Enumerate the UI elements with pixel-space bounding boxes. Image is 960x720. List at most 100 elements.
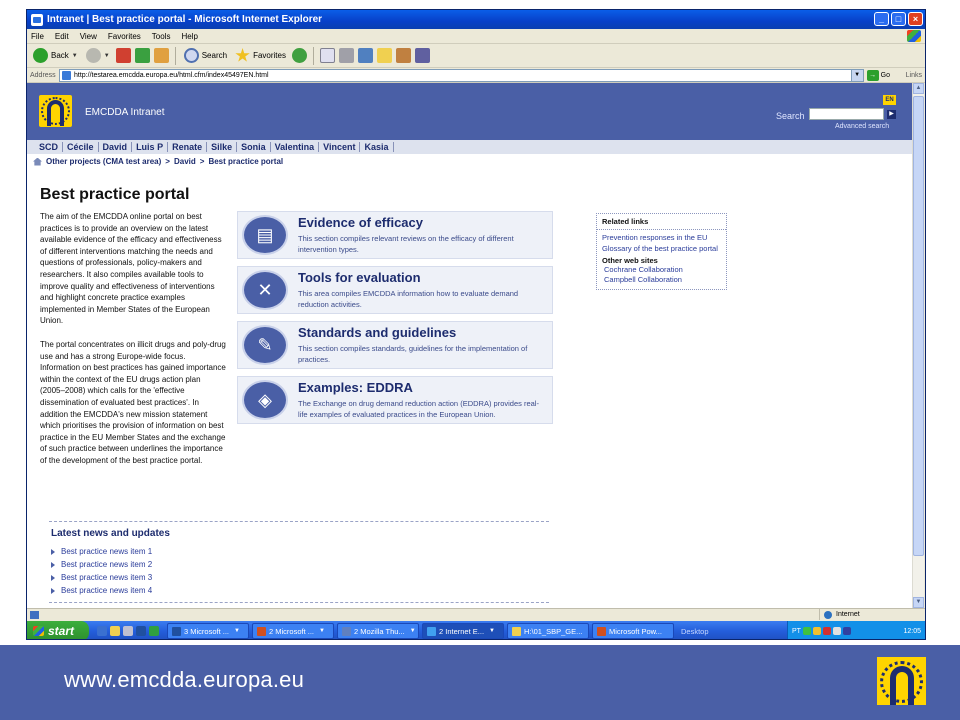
language-badge[interactable]: EN xyxy=(883,95,896,105)
go-button[interactable]: → Go xyxy=(866,69,903,81)
monitor-icon[interactable] xyxy=(842,627,851,635)
news-item[interactable]: Best practice news item 3 xyxy=(51,571,549,584)
news-item[interactable]: Best practice news item 4 xyxy=(51,584,549,597)
section-examples-eddra[interactable]: ◈ Examples: EDDRA The Exchange on drug d… xyxy=(237,376,553,424)
tab-vincent[interactable]: Vincent xyxy=(319,142,361,152)
breadcrumb: Other projects (CMA test area) > David >… xyxy=(33,157,283,166)
edit-icon[interactable] xyxy=(357,48,373,63)
security-icon[interactable] xyxy=(812,627,821,635)
section-description: This area compiles EMCDDA information ho… xyxy=(298,289,519,309)
close-button[interactable]: × xyxy=(908,12,923,26)
breadcrumb-current[interactable]: Best practice portal xyxy=(208,157,283,166)
news-item[interactable]: Best practice news item 1 xyxy=(51,545,549,558)
minimize-button[interactable]: _ xyxy=(874,12,889,26)
section-title[interactable]: Tools for evaluation xyxy=(298,270,421,285)
tab-scd[interactable]: SCD xyxy=(35,142,64,152)
section-title[interactable]: Standards and guidelines xyxy=(298,325,456,340)
ie-icon xyxy=(31,13,43,26)
print-icon[interactable] xyxy=(338,48,354,63)
antivirus-icon[interactable] xyxy=(822,627,831,635)
ie-icon[interactable] xyxy=(97,626,107,636)
tab-sonia[interactable]: Sonia xyxy=(237,142,271,152)
folder-icon[interactable] xyxy=(110,626,120,636)
breadcrumb-david[interactable]: David xyxy=(174,157,196,166)
forward-button[interactable]: ▼ xyxy=(84,46,112,66)
history-icon[interactable] xyxy=(291,48,307,63)
messenger-icon[interactable] xyxy=(832,627,841,635)
section-title[interactable]: Examples: EDDRA xyxy=(298,380,413,395)
windows-taskbar: start 3 Microsoft ... ▼ 2 Microsoft ... ▼ … xyxy=(27,621,925,639)
section-standards-and-guidelines[interactable]: ✎ Standards and guidelines This section … xyxy=(237,321,553,369)
tab-valentina[interactable]: Valentina xyxy=(271,142,320,152)
browser-titlebar: Intranet | Best practice portal - Micros… xyxy=(27,10,925,29)
word-icon xyxy=(172,626,181,636)
menu-file[interactable]: File xyxy=(31,32,44,41)
browser-toolbar: Back ▼ ▼ Search Favorites xyxy=(27,44,925,68)
menu-edit[interactable]: Edit xyxy=(55,32,69,41)
desktop-toolbar[interactable]: Desktop xyxy=(681,627,709,636)
search-button[interactable]: Search xyxy=(182,46,229,66)
scroll-up-icon[interactable]: ▲ xyxy=(913,83,924,94)
research-icon[interactable] xyxy=(395,48,411,63)
site-name: EMCDDA Intranet xyxy=(85,107,165,118)
home-icon[interactable] xyxy=(153,48,169,63)
related-link-glossary[interactable]: Glossary of the best practice portal xyxy=(602,244,721,254)
tab-luis-p[interactable]: Luis P xyxy=(132,142,169,152)
tab-david[interactable]: David xyxy=(99,142,133,152)
status-bar: Internet xyxy=(27,608,925,620)
tab-cecile[interactable]: Cécile xyxy=(63,142,99,152)
home-icon[interactable] xyxy=(33,157,42,166)
section-title[interactable]: Evidence of efficacy xyxy=(298,215,423,230)
tab-renate[interactable]: Renate xyxy=(168,142,208,152)
task-folder[interactable]: H:\01_SBP_GE... xyxy=(507,623,589,639)
start-button[interactable]: start xyxy=(27,621,89,639)
tab-kasia[interactable]: Kasia xyxy=(360,142,394,152)
windows-flag-icon xyxy=(33,626,44,636)
maximize-button[interactable]: □ xyxy=(891,12,906,26)
menu-view[interactable]: View xyxy=(80,32,97,41)
task-thunderbird[interactable]: 2 Mozilla Thu... ▼ xyxy=(337,623,419,639)
related-link-prevention[interactable]: Prevention responses in the EU xyxy=(602,233,721,243)
task-word[interactable]: 3 Microsoft ... ▼ xyxy=(167,623,249,639)
bullet-arrow-icon xyxy=(51,548,55,555)
favorites-button[interactable]: Favorites xyxy=(233,46,288,66)
mail-icon[interactable] xyxy=(123,626,133,636)
stop-icon[interactable] xyxy=(115,48,131,63)
mail-icon[interactable] xyxy=(319,48,335,63)
chevron-down-icon[interactable]: ▼ xyxy=(850,69,863,81)
tab-silke[interactable]: Silke xyxy=(207,142,238,152)
network-icon[interactable] xyxy=(802,627,811,635)
external-link-campbell[interactable]: Campbell Collaboration xyxy=(602,275,721,285)
vertical-scrollbar[interactable]: ▲ ▼ xyxy=(912,83,924,608)
other-web-sites-heading: Other web sites xyxy=(602,255,658,265)
refresh-icon[interactable] xyxy=(134,48,150,63)
back-button[interactable]: Back ▼ xyxy=(31,46,80,66)
window-title: Intranet | Best practice portal - Micros… xyxy=(47,14,323,25)
search-submit-button[interactable]: ▶ xyxy=(887,110,896,119)
advanced-search-link[interactable]: Advanced search xyxy=(835,123,889,130)
task-powerpoint[interactable]: 2 Microsoft ... ▼ xyxy=(252,623,334,639)
menu-help[interactable]: Help xyxy=(181,32,197,41)
language-indicator[interactable]: PT xyxy=(792,628,801,635)
word-icon[interactable] xyxy=(136,626,146,636)
menu-bar: File Edit View Favorites Tools Help xyxy=(27,29,925,44)
folder-icon[interactable] xyxy=(376,48,392,63)
go-arrow-icon: → xyxy=(866,69,879,81)
news-item[interactable]: Best practice news item 2 xyxy=(51,558,549,571)
address-input[interactable]: http://testarea.emcdda.europa.eu/html.cf… xyxy=(59,68,864,82)
breadcrumb-other-projects[interactable]: Other projects (CMA test area) xyxy=(46,157,161,166)
excel-icon[interactable] xyxy=(149,626,159,636)
section-tools-for-evaluation[interactable]: ✕ Tools for evaluation This area compile… xyxy=(237,266,553,314)
messenger-icon[interactable] xyxy=(414,48,430,63)
task-powerpoint-main[interactable]: Microsoft Pow... xyxy=(592,623,674,639)
links-button[interactable]: Links xyxy=(906,72,922,79)
scroll-thumb[interactable] xyxy=(913,96,924,556)
menu-favorites[interactable]: Favorites xyxy=(108,32,141,41)
menu-tools[interactable]: Tools xyxy=(152,32,171,41)
task-internet-explorer[interactable]: 2 Internet E... ▼ xyxy=(422,623,504,639)
scroll-down-icon[interactable]: ▼ xyxy=(913,597,924,608)
section-evidence-of-efficacy[interactable]: ▤ Evidence of efficacy This section comp… xyxy=(237,211,553,259)
external-link-cochrane[interactable]: Cochrane Collaboration xyxy=(602,265,721,275)
search-input[interactable] xyxy=(809,108,884,120)
emcdda-logo[interactable] xyxy=(39,95,72,127)
